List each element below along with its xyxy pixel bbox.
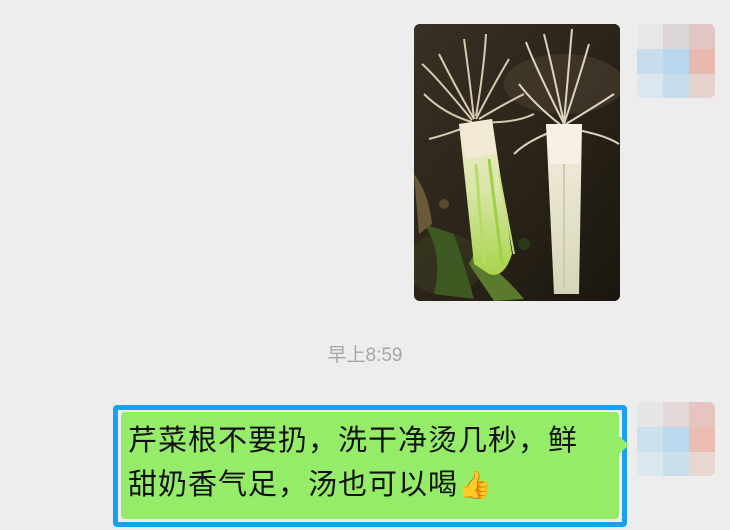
avatar[interactable]: [637, 24, 715, 98]
message-line-1: 芹菜根不要扔，洗干净烫几秒，鲜: [128, 423, 579, 457]
message-line-2: 甜奶香气足，汤也可以喝👍: [128, 467, 493, 501]
thumbs-up-icon: 👍: [458, 470, 493, 501]
bubble-tail: [619, 436, 629, 454]
chat-view: 早上8:59 芹菜根不要扔，洗干净烫几秒，鲜 甜奶香气足，汤也可以喝👍: [0, 0, 730, 530]
message-timestamp: 早上8:59: [327, 345, 403, 366]
image-message[interactable]: [414, 24, 620, 301]
avatar[interactable]: [637, 402, 715, 476]
text-message-content[interactable]: 芹菜根不要扔，洗干净烫几秒，鲜 甜奶香气足，汤也可以喝👍: [128, 418, 616, 508]
celery-roots-photo: [414, 24, 620, 301]
